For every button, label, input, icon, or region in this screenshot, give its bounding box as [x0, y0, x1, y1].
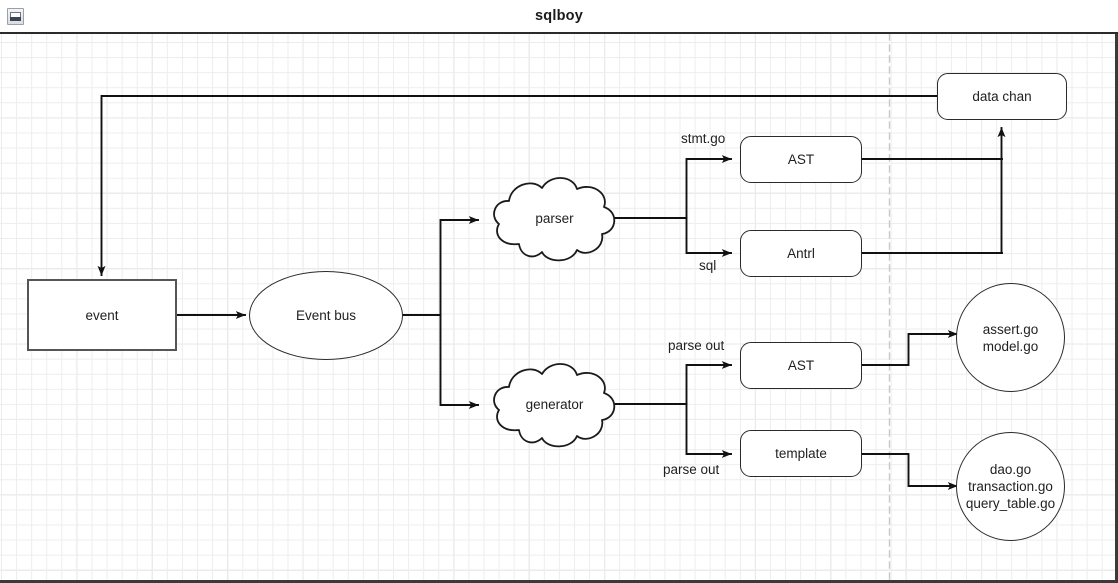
node-ast-parser-label: AST	[787, 152, 815, 167]
node-assert-model-line-1: assert.go	[982, 321, 1039, 337]
window-titlebar: sqlboy	[0, 0, 1118, 34]
node-template-label: template	[775, 446, 827, 461]
node-generator[interactable]: generator	[487, 358, 622, 450]
edge-label-parse-out-bottom: parse out	[663, 462, 720, 477]
page-title: sqlboy	[535, 8, 583, 24]
node-dao-files-line-1: dao.go	[989, 462, 1032, 477]
node-dao-files-line-2: transaction.go	[968, 479, 1053, 494]
node-generator-label: generator	[525, 396, 584, 412]
node-event[interactable]: event	[27, 279, 177, 351]
node-event-bus-label: Event bus	[295, 308, 357, 323]
diagram-window: sqlboy event Event bus parser generator …	[0, 0, 1118, 583]
collapse-icon[interactable]	[7, 8, 24, 25]
edge-ast-to-assert-model	[861, 330, 958, 366]
edge-template-to-dao-files	[861, 453, 958, 490]
edge-eventbus-to-parser	[439, 216, 479, 316]
edge-label-sql: sql	[699, 258, 717, 273]
collapse-icon-bottom	[10, 17, 21, 21]
node-dao-files[interactable]: dao.go transaction.go query_table.go	[956, 432, 1065, 541]
edge-label-parse-out-top: parse out	[668, 338, 725, 353]
node-assert-model-line-2: model.go	[982, 338, 1039, 354]
node-ast-parser[interactable]: AST	[740, 136, 862, 183]
edge-generator-to-template	[685, 403, 732, 458]
node-dao-files-line-3: query_table.go	[965, 496, 1056, 511]
edge-parser-to-antrl	[685, 217, 732, 257]
edge-generator-to-ast	[685, 361, 732, 405]
node-antrl[interactable]: Antrl	[740, 230, 862, 277]
node-parser-label: parser	[535, 210, 574, 226]
edge-label-stmt-go: stmt.go	[681, 131, 726, 146]
diagram-canvas[interactable]: event Event bus parser generator AST Ant…	[0, 34, 1118, 583]
node-parser[interactable]: parser	[487, 172, 622, 264]
node-ast-generator[interactable]: AST	[740, 342, 862, 389]
node-ast-generator-label: AST	[787, 358, 815, 373]
edge-parser-to-ast	[685, 155, 732, 219]
node-data-chan-label: data chan	[972, 89, 1032, 104]
edge-eventbus-to-generator	[439, 314, 479, 409]
node-template[interactable]: template	[740, 430, 862, 477]
node-assert-model[interactable]: assert.go model.go	[956, 283, 1065, 392]
node-event-bus[interactable]: Event bus	[249, 271, 403, 360]
node-antrl-label: Antrl	[787, 246, 815, 261]
node-data-chan[interactable]: data chan	[937, 73, 1067, 120]
node-event-label: event	[85, 307, 119, 323]
